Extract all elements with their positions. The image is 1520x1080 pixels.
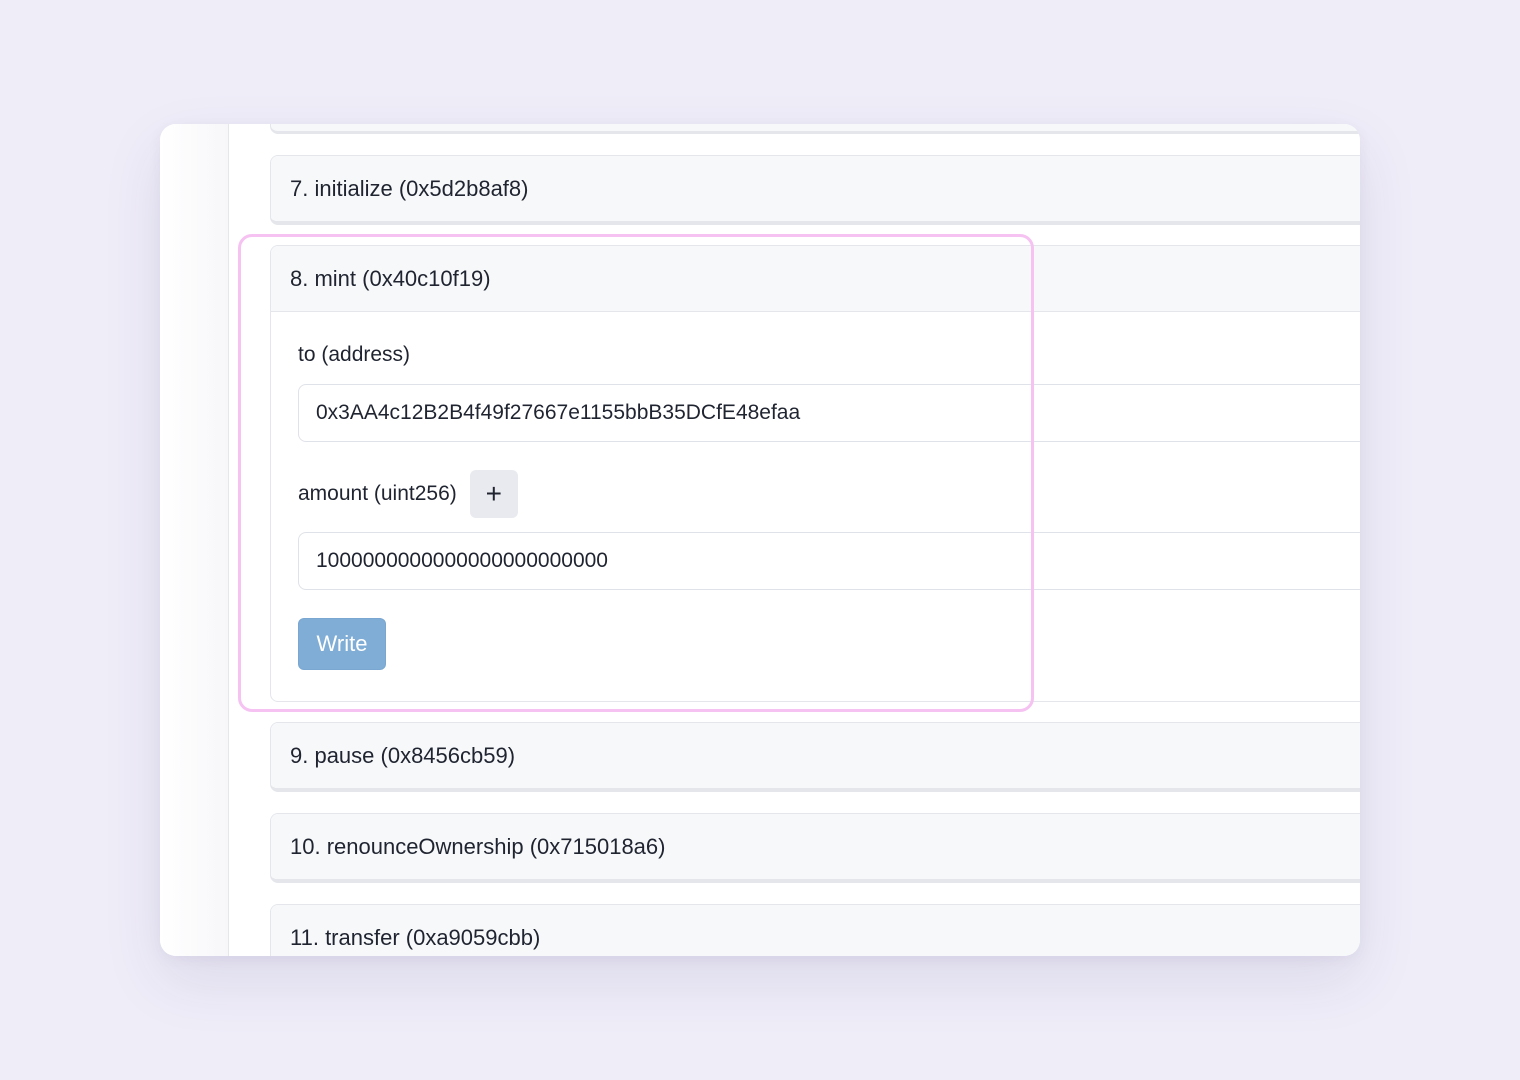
amount-input[interactable]: 1000000000000000000000000	[298, 532, 1360, 590]
to-address-input[interactable]: 0x3AA4c12B2B4f49f27667e1155bbB35DCfE48ef…	[298, 384, 1360, 442]
function-header-pause[interactable]: 9. pause (0x8456cb59)	[271, 723, 1360, 788]
function-panel-renounce-ownership[interactable]: 10. renounceOwnership (0x715018a6)	[270, 813, 1360, 883]
left-sidebar-rail	[160, 124, 229, 956]
mint-form: to (address) 0x3AA4c12B2B4f49f27667e1155…	[271, 312, 1360, 670]
previous-function-panel-edge	[270, 124, 1360, 134]
function-panel-mint: 8. mint (0x40c10f19) to (address) 0x3AA4…	[270, 245, 1360, 702]
function-panel-transfer[interactable]: 11. transfer (0xa9059cbb)	[270, 904, 1360, 956]
contract-write-window: 7. initialize (0x5d2b8af8) 8. mint (0x40…	[160, 124, 1360, 956]
function-panel-initialize[interactable]: 7. initialize (0x5d2b8af8)	[270, 155, 1360, 225]
amount-label-row: amount (uint256) +	[298, 470, 1360, 518]
function-header-initialize[interactable]: 7. initialize (0x5d2b8af8)	[271, 156, 1360, 221]
amount-plus-button[interactable]: +	[469, 470, 518, 518]
to-address-label: to (address)	[298, 343, 411, 366]
function-header-renounce-ownership[interactable]: 10. renounceOwnership (0x715018a6)	[271, 814, 1360, 879]
function-panel-pause[interactable]: 9. pause (0x8456cb59)	[270, 722, 1360, 792]
write-button[interactable]: Write	[298, 618, 386, 670]
function-header-mint[interactable]: 8. mint (0x40c10f19)	[271, 246, 1360, 312]
amount-label: amount (uint256)	[298, 482, 457, 505]
function-header-transfer[interactable]: 11. transfer (0xa9059cbb)	[271, 905, 1360, 956]
